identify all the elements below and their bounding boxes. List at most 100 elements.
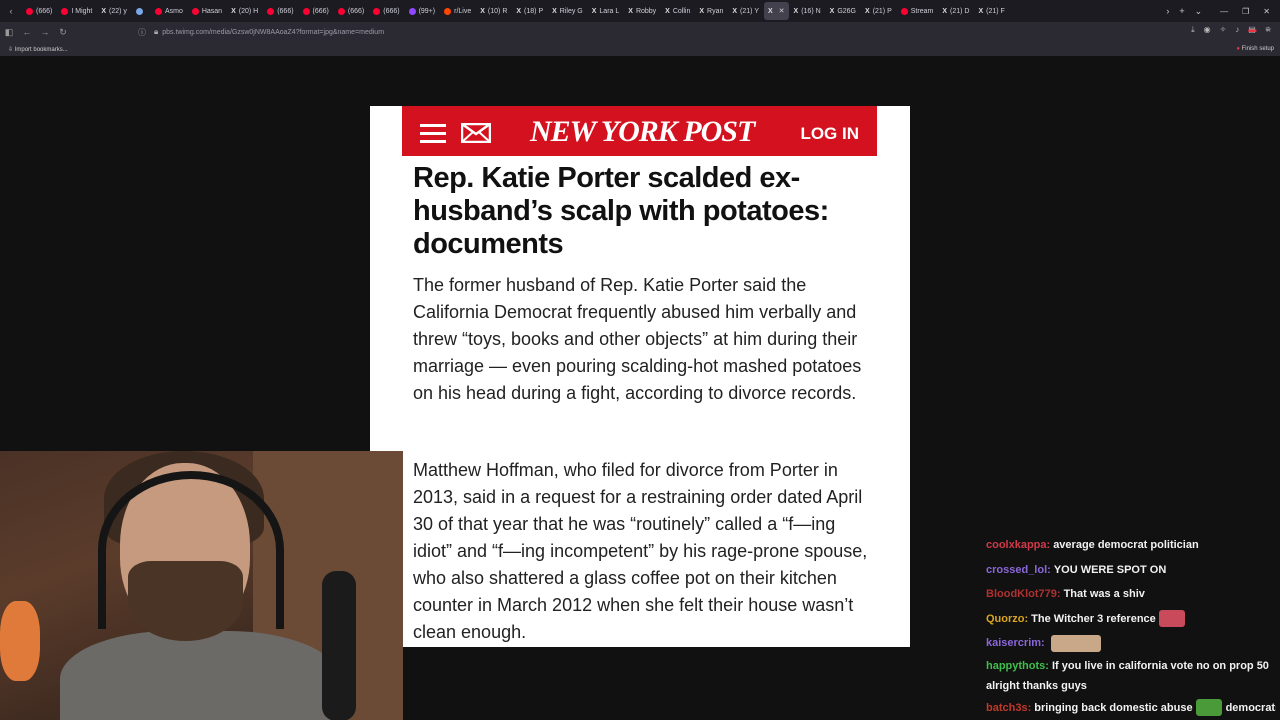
chat-username[interactable]: happythots: (986, 660, 1049, 672)
x-icon: X (699, 7, 705, 15)
chat-username[interactable]: batch3s: (986, 702, 1031, 714)
chat-text: average democrat politician (1053, 539, 1199, 551)
youtube-icon (900, 7, 908, 15)
browser-tab[interactable]: (666) (369, 2, 403, 20)
login-button[interactable]: LOG IN (800, 124, 859, 144)
browser-tab[interactable]: X ✕ (763, 2, 789, 20)
youtube-icon (302, 7, 310, 15)
youtube-icon (373, 7, 381, 15)
forward-icon[interactable]: → (36, 27, 54, 37)
minimize-icon[interactable]: — (1220, 7, 1228, 16)
x-icon: X (942, 7, 947, 15)
chat-username[interactable]: kaisercrim: (986, 637, 1045, 649)
chat-username[interactable]: Quorzo: (986, 613, 1028, 625)
back-icon[interactable]: ← (18, 27, 36, 37)
youtube-icon (26, 7, 33, 15)
finish-setup-link[interactable]: ● Finish setup (1236, 46, 1274, 52)
tab-label: Ryan (707, 7, 724, 15)
close-tab-icon[interactable]: ✕ (779, 7, 785, 15)
article-paragraph-2: Matthew Hoffman, who filed for divorce f… (413, 460, 868, 642)
x-icon: X (591, 7, 597, 15)
tab-label: (16) N (801, 7, 821, 15)
browser-tab[interactable]: (666) (299, 2, 333, 20)
article-headline: Rep. Katie Porter scalded ex-husband’s s… (413, 162, 829, 260)
browser-tab[interactable]: X (21) Y (728, 2, 763, 20)
nyp-logo[interactable]: NEW YORK POST (530, 115, 755, 149)
mail-icon[interactable] (461, 123, 491, 143)
close-window-icon[interactable]: ✕ (1263, 7, 1270, 16)
browser-tab[interactable]: X Collin (661, 2, 694, 20)
browser-tab[interactable]: (666) (263, 2, 297, 20)
browser-tab[interactable]: X (18) P (512, 2, 547, 20)
browser-tab[interactable]: (666) (334, 2, 368, 20)
tab-label: (666) (347, 7, 365, 15)
chat-username[interactable]: BloodKlot779: (986, 588, 1061, 600)
chat-text: YOU WERE SPOT ON (1053, 563, 1167, 576)
restore-icon[interactable]: ❐ (1242, 7, 1249, 16)
browser-tab[interactable]: r/Live (440, 2, 475, 20)
browser-tab[interactable]: I Might (57, 2, 96, 20)
sidebar-icon[interactable]: ◧ (0, 27, 18, 38)
tab-label: (21) D (949, 7, 970, 15)
tab-label: Lara L (599, 7, 620, 15)
tab-label: (21) Y (740, 7, 759, 15)
chat-text-after-emote: democrats (1225, 701, 1276, 714)
account-icon[interactable]: ◉ (1204, 25, 1211, 35)
tab-label: I Might (71, 7, 93, 15)
tab-scroll-left-icon[interactable]: ‹ (0, 6, 22, 16)
menu-icon[interactable]: ≡ (1265, 25, 1270, 35)
recording-icon[interactable]: ▬ (1248, 25, 1256, 35)
tab-scroll-right-icon[interactable]: › (1166, 6, 1169, 17)
browser-tab[interactable]: X G26G (826, 2, 860, 20)
browser-tab[interactable]: X (21) D (938, 2, 973, 20)
browser-tab[interactable] (132, 2, 150, 20)
browser-tab[interactable]: X Ryan (695, 2, 727, 20)
faces-emote (1050, 634, 1101, 652)
tab-label: Collin (672, 7, 691, 15)
url-text[interactable]: pbs.twimg.com/media/Gzsw0jNW8AAoaZ4?form… (162, 29, 384, 36)
browser-tab[interactable]: (99+) (405, 2, 440, 20)
chat-message: Quorzo: The Witcher 3 reference (986, 607, 1276, 632)
browser-tab[interactable]: Asmo (151, 2, 187, 20)
chat-message: coolxkappa: average democrat politician (986, 533, 1276, 558)
info-icon[interactable]: ⓘ (138, 27, 146, 38)
tab-label: (99+) (418, 7, 436, 15)
twitch-icon (154, 7, 162, 15)
browser-tab[interactable]: X (21) P (861, 2, 896, 20)
downloads-icon[interactable]: ⤓ (1191, 25, 1195, 35)
finish-setup-label: Finish setup (1241, 46, 1274, 52)
reload-icon[interactable]: ↻ (54, 27, 72, 38)
browser-tab-bar: ‹ (666) I Might X (22) y Asmo Hasan X (20) H (66… (0, 0, 1280, 22)
chat-username[interactable]: coolxkappa: (986, 539, 1050, 551)
tab-label: Riley G (559, 7, 583, 15)
chat-username[interactable]: crossed_lol: (986, 564, 1051, 576)
import-bookmarks-link[interactable]: ⇩ Import bookmarks... (8, 46, 68, 53)
browser-tab[interactable]: X (20) H (227, 2, 262, 20)
chat-panel: coolxkappa: average democrat politician cr… (986, 533, 1276, 720)
browser-tab[interactable]: X (10) R (476, 2, 511, 20)
chat-message: kaisercrim: (986, 631, 1276, 656)
browser-tab[interactable]: Hasan (188, 2, 226, 20)
mute-icon[interactable]: ♪ (1235, 25, 1239, 35)
browser-tab[interactable]: X Riley G (548, 2, 587, 20)
tab-label: (20) H (238, 7, 259, 15)
address-bar[interactable]: ⓘ 🔒︎ pbs.twimg.com/media/Gzsw0jNW8AAoaZ4… (134, 25, 1106, 39)
x-icon: X (516, 7, 522, 15)
browser-tab[interactable]: X Lara L (588, 2, 624, 20)
browser-tab[interactable]: X Robby (624, 2, 660, 20)
browser-tab[interactable]: (666) (22, 2, 56, 20)
browser-tab[interactable]: X (16) N (790, 2, 825, 20)
tab-label: (21) P (872, 7, 892, 15)
youtube-icon (337, 7, 345, 15)
extensions-icon[interactable]: ✧ (1220, 25, 1227, 35)
tab-label: (666) (277, 7, 294, 15)
chat-text: The Witcher 3 reference (1031, 612, 1156, 625)
x-icon: X (480, 7, 485, 15)
tab-list-icon[interactable]: ⌄ (1195, 6, 1203, 17)
browser-tab[interactable]: X (22) y (97, 2, 131, 20)
browser-tab[interactable]: Stream (897, 2, 938, 20)
browser-tab[interactable]: X (21) F (974, 2, 1008, 20)
hamburger-menu-icon[interactable] (420, 124, 446, 148)
chat-message: happythots: If you live in california vot… (986, 656, 1276, 696)
new-tab-icon[interactable]: + (1179, 6, 1184, 17)
